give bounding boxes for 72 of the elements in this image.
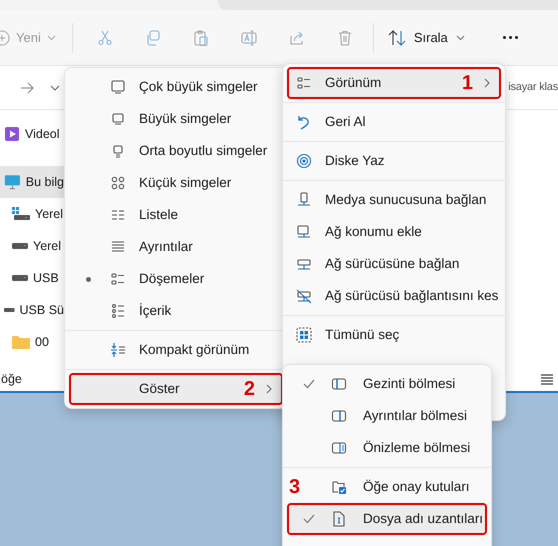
sidebar-item[interactable]: USB Sü <box>0 294 64 326</box>
menu-item[interactable]: Diske Yaz <box>287 145 501 177</box>
drive-icon <box>12 274 28 282</box>
menu-item[interactable]: Önizleme bölmesi <box>287 432 487 464</box>
sidebar-item[interactable]: Bu bilg <box>0 166 64 198</box>
menu-item[interactable]: Ağ konumu ekle <box>287 216 501 248</box>
chevron-down-icon <box>50 84 60 90</box>
pane-icon <box>331 440 347 456</box>
tiles-icon <box>296 75 312 91</box>
network-computer-icon <box>296 224 312 240</box>
tiles-icon <box>110 271 126 287</box>
chevron-right-icon <box>265 384 273 394</box>
sidebar-item[interactable]: Yerel <box>0 230 64 262</box>
menu-item[interactable]: Göster 2 <box>69 373 283 405</box>
details-view-icon <box>540 373 554 385</box>
menu-item[interactable]: İçerik <box>69 295 283 327</box>
menu-item[interactable]: Ağ sürücüsü bağlantısını kes <box>287 280 501 312</box>
video-folder-icon <box>4 126 20 142</box>
chevron-down-icon <box>46 34 56 40</box>
menu-item[interactable]: Dosya adı uzantıları <box>287 503 487 535</box>
sidebar-item[interactable]: 00 <box>0 326 64 358</box>
folder-icon <box>12 335 30 349</box>
menu-item[interactable]: Çok büyük simgeler <box>69 71 283 103</box>
system-drive-icon <box>12 207 30 221</box>
clipboard-icon <box>192 30 209 46</box>
sidebar-item[interactable]: Videol <box>0 118 64 150</box>
grid-icon <box>110 175 126 191</box>
menu-item[interactable]: Geri Al <box>287 106 501 138</box>
step-number: 2 <box>244 379 255 399</box>
menu-item[interactable]: Medya sunucusuna bağlan <box>287 184 501 216</box>
network-disconnect-icon <box>296 288 312 304</box>
scissors-icon <box>96 30 113 46</box>
menu-item[interactable]: Ağ sürücüsüne bağlan <box>287 248 501 280</box>
menu-item[interactable]: Gezinti bölmesi <box>287 368 487 400</box>
monitor-icon <box>110 79 126 95</box>
trash-icon <box>336 30 353 46</box>
step-number: 3 <box>289 477 300 497</box>
share-icon <box>288 30 305 46</box>
menu-item[interactable]: Ayrıntılar <box>69 231 283 263</box>
sidebar-item[interactable]: USB <box>0 262 64 294</box>
drive-icon <box>4 306 15 314</box>
rename-icon <box>240 30 257 46</box>
drive-icon <box>12 242 28 250</box>
search-field[interactable]: isayar klas <box>508 79 558 96</box>
disc-icon <box>296 153 312 169</box>
server-icon <box>296 192 312 208</box>
step-number: 1 <box>462 73 473 93</box>
sort-arrows-icon <box>388 30 406 46</box>
menu-item[interactable]: Tümünü seç <box>287 319 501 351</box>
copy-icon <box>144 30 161 46</box>
chevron-right-icon <box>483 78 491 88</box>
status-text: öğe <box>1 370 22 388</box>
menu-item[interactable]: Listele <box>69 199 283 231</box>
file-icon <box>331 511 347 527</box>
folder-checkbox-icon <box>331 479 347 495</box>
menu-item[interactable]: Görünüm 1 <box>287 67 501 99</box>
menu-item[interactable]: Küçük simgeler <box>69 167 283 199</box>
list-icon <box>110 303 126 319</box>
monitor-icon <box>110 111 126 127</box>
arrow-right-icon <box>20 82 34 94</box>
menu-item[interactable]: Büyük simgeler <box>69 103 283 135</box>
menu-item[interactable]: Kompakt görünüm <box>69 334 283 366</box>
sidebar-item[interactable]: Yerel <box>0 198 64 230</box>
menu-item[interactable]: Orta boyutlu simgeler <box>69 135 283 167</box>
menu-item[interactable]: Ayrıntılar bölmesi <box>287 400 487 432</box>
sort-button[interactable]: Sırala <box>384 28 469 48</box>
pane-icon <box>331 376 347 392</box>
monitor-icon <box>4 173 21 191</box>
compact-icon <box>110 342 126 358</box>
select-all-icon <box>296 327 312 343</box>
chevron-down-icon <box>456 34 465 40</box>
pane-icon <box>331 408 347 424</box>
